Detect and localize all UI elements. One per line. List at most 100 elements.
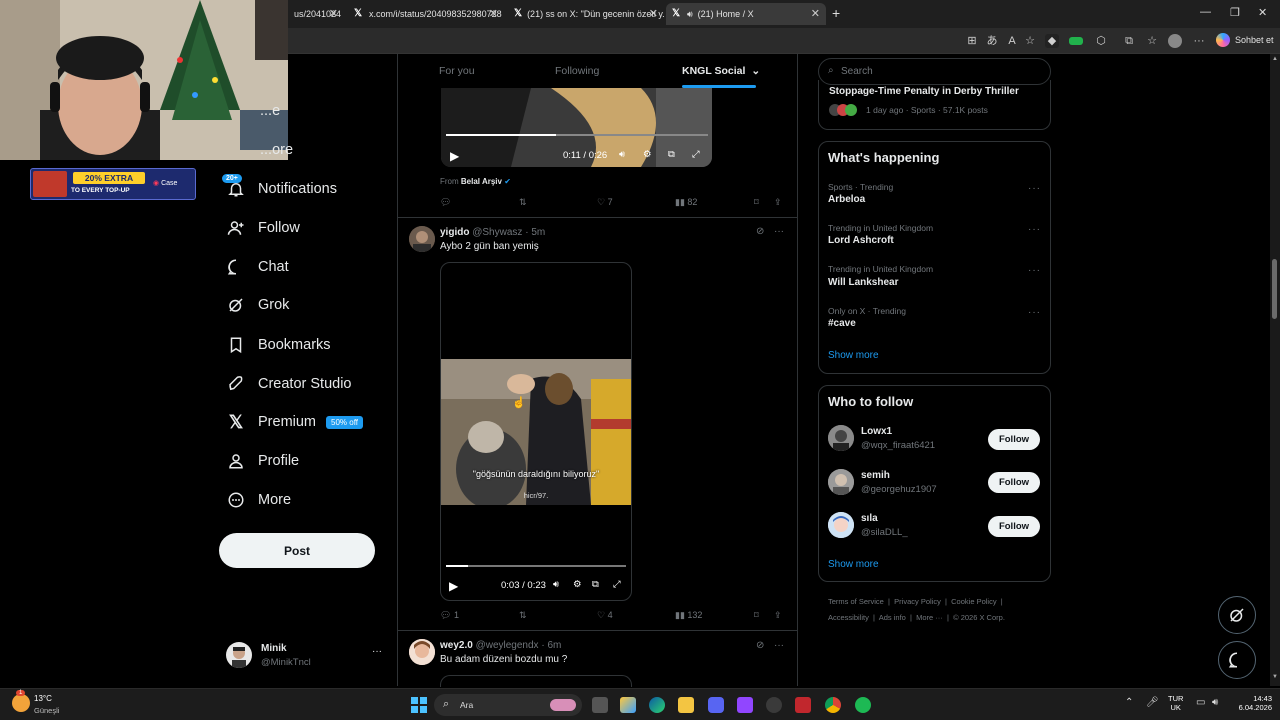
close-window-icon[interactable]: ✕ — [1258, 6, 1267, 19]
close-icon[interactable]: ✕ — [329, 7, 338, 20]
video-progress-track[interactable] — [446, 565, 626, 567]
twitch-icon[interactable] — [737, 697, 753, 713]
avatar[interactable] — [409, 226, 435, 252]
acrobat-icon[interactable] — [795, 697, 811, 713]
volume-icon[interactable]: 🔊︎ — [1212, 697, 1218, 708]
grok-floating-button[interactable] — [1218, 596, 1256, 634]
restore-icon[interactable]: ❐ — [1230, 6, 1240, 19]
bookmark-icon[interactable]: ⌑ — [754, 610, 759, 621]
trend-name[interactable]: #cave — [828, 318, 856, 329]
speaker-icon[interactable]: 🔊︎ — [687, 9, 693, 20]
show-more-link[interactable]: Show more — [828, 350, 879, 361]
clock[interactable]: 14:43 6.04.2026 — [1232, 694, 1272, 712]
tab-following[interactable]: Following — [555, 65, 599, 77]
account-switcher[interactable]: Minik @MinikTncl ··· — [226, 640, 386, 674]
post-video[interactable]: "göğsünün daraldığını biliyoruz" hicr/97… — [440, 262, 632, 601]
suggested-user-name[interactable]: semih — [861, 470, 890, 481]
sidebar-item-profile[interactable]: Profile — [226, 448, 299, 474]
minimize-icon[interactable]: — — [1200, 6, 1211, 18]
steam-icon[interactable] — [766, 697, 782, 713]
promo-banner[interactable]: 20% EXTRA TO EVERY TOP-UP ◉ Case — [30, 168, 196, 200]
sidebar-item-follow[interactable]: Follow — [226, 215, 300, 241]
new-tab-button[interactable]: + — [832, 5, 840, 21]
trend-name[interactable]: Arbeloa — [828, 194, 865, 205]
sidebar-item-notifications[interactable]: 20+ Notifications — [222, 174, 337, 202]
scrollbar-thumb[interactable] — [1272, 259, 1277, 319]
post-menu-icon[interactable]: ··· — [774, 226, 784, 237]
sidebar-item-chat[interactable]: Chat — [226, 254, 289, 280]
chat-floating-button[interactable] — [1218, 641, 1256, 679]
sidebar-item-bookmarks[interactable]: Bookmarks — [226, 332, 331, 358]
extension-icon[interactable]: ◆ — [1045, 34, 1059, 48]
chrome-icon[interactable] — [825, 697, 841, 713]
copilot-chat-button[interactable]: Sohbet et — [1216, 33, 1274, 47]
picture-in-picture-icon[interactable]: ⧉ — [668, 149, 675, 160]
footer-link[interactable]: Cookie Policy — [951, 597, 996, 606]
reply-icon[interactable]: 💬︎ 1 — [440, 610, 459, 621]
weather-temp[interactable]: 13°C — [34, 694, 52, 703]
sidebar-item-home[interactable]: ...e — [260, 98, 280, 124]
network-icon[interactable]: ▭ — [1196, 697, 1205, 708]
apps-icon[interactable]: ⊞ — [965, 34, 979, 48]
suggested-user-name[interactable]: sıla — [861, 513, 878, 524]
sidebar-item-grok[interactable]: Grok — [226, 292, 289, 318]
footer-link[interactable]: More ··· — [916, 613, 943, 622]
footer-link[interactable]: Ads info — [879, 613, 906, 622]
sidebar-item-creator-studio[interactable]: Creator Studio — [226, 371, 352, 397]
share-icon[interactable]: ⇪ — [774, 610, 782, 621]
post-menu-icon[interactable]: ··· — [774, 640, 784, 651]
file-explorer-icon[interactable] — [678, 697, 694, 713]
source-name[interactable]: Belal Arşiv — [461, 177, 502, 186]
scroll-up-icon[interactable]: ▲ — [1272, 56, 1278, 62]
views-icon[interactable]: ▮▮ 132 — [675, 610, 702, 621]
trend-menu-icon[interactable]: ··· — [1028, 265, 1041, 276]
footer-link[interactable]: Accessibility — [828, 613, 869, 622]
reply-icon[interactable]: 💬︎ — [440, 197, 451, 208]
follow-button[interactable]: Follow — [988, 429, 1040, 450]
sidebar-item-explore[interactable]: ...ore — [260, 137, 293, 163]
trend-menu-icon[interactable]: ··· — [1028, 307, 1041, 318]
post-media-preview[interactable] — [440, 675, 632, 687]
translate-icon[interactable]: あ — [985, 34, 999, 48]
close-icon[interactable]: ✕ — [489, 7, 498, 20]
browser-tab-active[interactable]: 𝕏 🔊︎ (21) Home / X ✕ — [666, 3, 826, 25]
follow-button[interactable]: Follow — [988, 516, 1040, 537]
fullscreen-icon[interactable]: ⤢ — [613, 579, 621, 590]
trend-menu-icon[interactable]: ··· — [1028, 224, 1041, 235]
views-icon[interactable]: ▮▮ 82 — [675, 197, 697, 208]
trend-menu-icon[interactable]: ··· — [1028, 183, 1041, 194]
scroll-down-icon[interactable]: ▼ — [1272, 674, 1278, 680]
windows-start-icon[interactable] — [411, 697, 427, 713]
like-icon[interactable]: ♡ 7 — [597, 197, 613, 208]
tray-chevron-icon[interactable]: ⌃ — [1125, 697, 1133, 708]
avatar[interactable] — [409, 639, 435, 665]
settings-icon[interactable]: ⚙ — [573, 579, 582, 590]
sidebar-item-premium[interactable]: 𝕏 Premium 50% off — [226, 409, 363, 435]
footer-link[interactable]: Privacy Policy — [894, 597, 941, 606]
avatar[interactable] — [828, 469, 854, 495]
menu-dots-icon[interactable]: ··· — [1192, 34, 1206, 48]
language-indicator[interactable]: TUR UK — [1168, 694, 1183, 712]
video-progress-track[interactable] — [446, 134, 708, 136]
share-icon[interactable]: ⇪ — [774, 197, 782, 208]
avatar[interactable] — [828, 512, 854, 538]
microphone-icon[interactable]: 🎤︎ — [1146, 697, 1159, 708]
picture-in-picture-icon[interactable]: ⧉ — [592, 579, 599, 590]
task-view-icon[interactable] — [592, 697, 608, 713]
page-scrollbar[interactable]: ▲ ▼ — [1270, 54, 1280, 686]
taskbar-search[interactable]: ⌕ Ara — [434, 694, 582, 716]
settings-icon[interactable]: ⚙ — [643, 149, 652, 160]
close-icon[interactable]: ✕ — [649, 7, 658, 20]
edge-icon[interactable] — [649, 697, 665, 713]
like-icon[interactable]: ♡ 4 — [597, 610, 613, 621]
copilot-taskbar-icon[interactable] — [620, 697, 636, 713]
account-menu-icon[interactable]: ··· — [372, 646, 382, 657]
fullscreen-icon[interactable]: ⤢ — [692, 149, 700, 160]
bookmark-icon[interactable]: ⌑ — [754, 197, 759, 208]
grok-explain-icon[interactable]: ⊘ — [756, 640, 764, 651]
favorite-star-icon[interactable]: ☆ — [1023, 34, 1037, 48]
extensions-puzzle-icon[interactable]: ⬡ — [1094, 34, 1108, 48]
sidebar-item-more[interactable]: More — [226, 487, 291, 513]
browser-tab[interactable]: 𝕏 x.com/i/status/204098352980728 ✕ — [348, 3, 504, 25]
browser-tab[interactable]: us/2041024 ✕ — [288, 3, 344, 25]
